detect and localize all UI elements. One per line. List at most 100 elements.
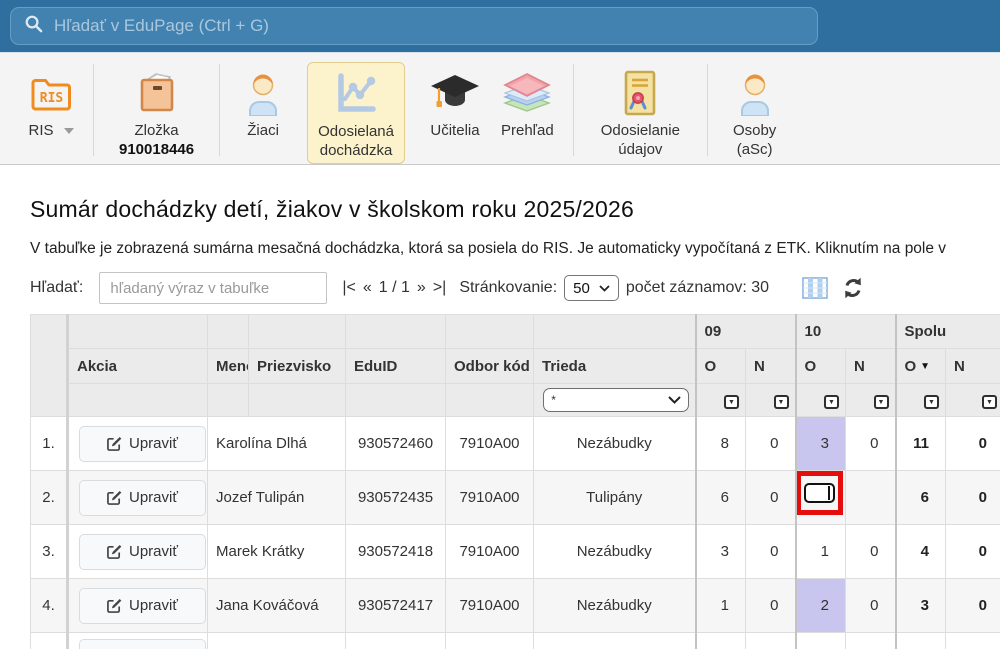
column-header-akcia: Akcia [68, 349, 208, 384]
attendance-cell-10-o[interactable]: 2 [796, 579, 846, 633]
attendance-cell-10-n[interactable]: 0 [846, 579, 896, 633]
toolbar-item-ziaci[interactable]: Žiaci [233, 62, 293, 143]
month-group-09: 09 [696, 315, 796, 349]
toolbar-item-odosielanie-udajov[interactable]: Odosielanie údajov [583, 62, 698, 162]
pagination: |< « 1 / 1 » >| [342, 279, 446, 297]
pagination-next-button[interactable]: » [417, 279, 426, 297]
trieda-cell: Nezábudky [534, 525, 696, 579]
toolbar-item-zlozka[interactable]: Zložka 910018446 [103, 62, 210, 162]
table-row: 4. Upraviť Jana Kováčová 930572417 7910A… [31, 579, 1000, 633]
click-target-annotation [796, 471, 843, 515]
odbor-cell: 7910A00 [446, 417, 534, 471]
student-name: Karolína Dlhá [208, 417, 346, 471]
row-number: 4. [31, 579, 68, 633]
records-count: počet záznamov: 30 [626, 279, 769, 297]
total-cell-n: 0 [946, 471, 1000, 525]
refresh-icon [842, 277, 864, 299]
row-number: 2. [31, 471, 68, 525]
attendance-cell-09-o[interactable]: 3 [696, 525, 746, 579]
column-header-10-o[interactable]: O [796, 349, 846, 384]
filter-icon[interactable]: ▼ [874, 395, 889, 409]
action-cell: Upraviť [68, 471, 208, 525]
attendance-cell-10-n[interactable]: 0 [846, 525, 896, 579]
toolbar-item-ucitelia[interactable]: Učitelia [419, 62, 491, 143]
column-header-trieda[interactable]: Trieda [534, 349, 696, 384]
trieda-cell: Nezábudky [534, 579, 696, 633]
total-cell-o: 11 [896, 417, 946, 471]
table-search-input[interactable] [99, 272, 327, 304]
chevron-down-icon[interactable] [64, 128, 74, 134]
attendance-edit-input[interactable] [804, 483, 835, 503]
edit-row-button[interactable]: Upraviť [79, 426, 206, 462]
edit-row-button[interactable] [79, 639, 206, 649]
pagination-last-button[interactable]: >| [433, 279, 447, 297]
column-header-eduid[interactable]: EduID [346, 349, 446, 384]
attendance-cell-09-n[interactable]: 0 [746, 417, 796, 471]
filter-icon[interactable]: ▼ [824, 395, 839, 409]
pagination-first-button[interactable]: |< [342, 279, 356, 297]
page-description: V tabuľke je zobrazená sumárna mesačná d… [30, 240, 1000, 258]
column-header-priezvisko[interactable]: Priezvisko [249, 349, 346, 384]
total-cell-n: 0 [946, 417, 1000, 471]
edit-row-button[interactable]: Upraviť [79, 534, 206, 570]
eduid-cell: 930572460 [346, 417, 446, 471]
edit-icon [107, 436, 122, 451]
folder-box-icon [133, 65, 181, 121]
column-header-09-n[interactable]: N [746, 349, 796, 384]
toolbar-label: Učitelia [430, 121, 479, 140]
toolbar-item-ris[interactable]: RIS RIS [18, 62, 84, 143]
toolbar-separator [219, 64, 220, 156]
attendance-cell-10-o[interactable]: 1 [796, 525, 846, 579]
column-header-spolu-o[interactable]: O▼ [896, 349, 946, 384]
attendance-cell-09-n[interactable]: 0 [746, 579, 796, 633]
attendance-cell-09-n[interactable]: 0 [746, 471, 796, 525]
trieda-filter-select[interactable]: * [543, 388, 689, 412]
layers-icon [503, 65, 551, 121]
row-number-header [31, 315, 68, 417]
column-header-09-o[interactable]: O [696, 349, 746, 384]
person-icon [735, 65, 775, 121]
edit-icon [107, 598, 122, 613]
page-size-select[interactable]: 50 [564, 275, 619, 301]
global-search[interactable] [10, 7, 818, 45]
attendance-cell-10-n[interactable] [846, 471, 896, 525]
filter-icon[interactable]: ▼ [924, 395, 939, 409]
page-title: Sumár dochádzky detí, žiakov v školskom … [30, 196, 1000, 223]
attendance-cell-10-o[interactable]: 3 [796, 417, 846, 471]
total-cell-o: 6 [896, 471, 946, 525]
edit-row-button[interactable]: Upraviť [79, 480, 206, 516]
attendance-cell-09-o[interactable]: 1 [696, 579, 746, 633]
trieda-cell: Tulipány [534, 471, 696, 525]
column-header-spolu-n[interactable]: N [946, 349, 1000, 384]
toolbar-item-odosielana-dochadzka[interactable]: Odosielaná dochádzka [307, 62, 405, 164]
student-name: Jozef Tulipán [208, 471, 346, 525]
filter-icon[interactable]: ▼ [774, 395, 789, 409]
attendance-cell-09-o[interactable]: 6 [696, 471, 746, 525]
chevron-down-icon [599, 285, 610, 292]
column-header-meno[interactable]: Meno [208, 349, 249, 384]
refresh-button[interactable] [842, 277, 864, 299]
attendance-cell-10-n[interactable]: 0 [846, 417, 896, 471]
filter-icon[interactable]: ▼ [982, 395, 997, 409]
column-settings-button[interactable] [802, 277, 828, 299]
edit-row-button[interactable]: Upraviť [79, 588, 206, 624]
column-header-10-n[interactable]: N [846, 349, 896, 384]
toolbar-label: dochádzka [320, 141, 393, 160]
toolbar-item-prehlad[interactable]: Prehľad [491, 62, 564, 143]
toolbar-item-osoby[interactable]: Osoby (aSc) [717, 62, 792, 162]
toolbar-separator [573, 64, 574, 156]
pagination-prev-button[interactable]: « [363, 279, 372, 297]
odbor-cell: 7910A00 [446, 471, 534, 525]
attendance-cell-10-o-editing[interactable] [796, 471, 846, 525]
table-row: 3. Upraviť Marek Krátky 930572418 7910A0… [31, 525, 1000, 579]
column-header-odbor[interactable]: Odbor kód [446, 349, 534, 384]
toolbar-label: Žiaci [247, 121, 279, 140]
total-cell-n: 0 [946, 579, 1000, 633]
filter-icon[interactable]: ▼ [724, 395, 739, 409]
attendance-cell-09-n[interactable]: 0 [746, 525, 796, 579]
attendance-cell-09-o[interactable]: 8 [696, 417, 746, 471]
sort-desc-icon: ▼ [920, 361, 930, 372]
action-cell: Upraviť [68, 417, 208, 471]
toolbar-label: (aSc) [737, 140, 773, 159]
global-search-input[interactable] [54, 16, 817, 36]
